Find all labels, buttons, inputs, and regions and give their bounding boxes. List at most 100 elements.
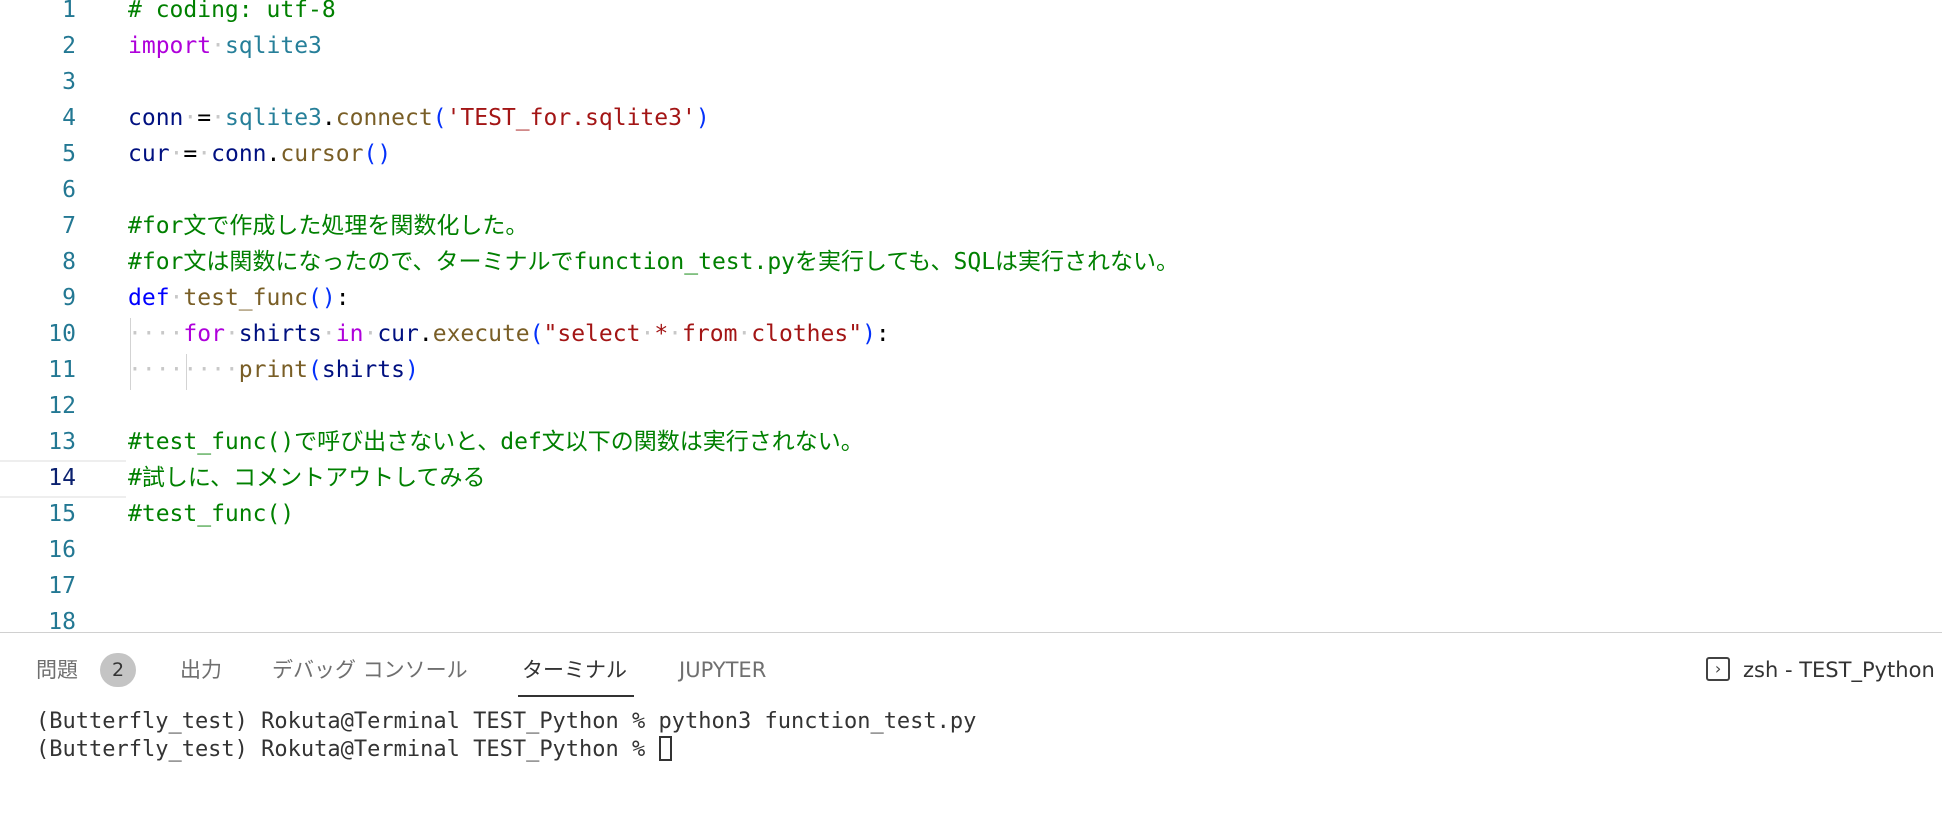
code-token: : bbox=[335, 285, 350, 311]
code-editor[interactable]: 1 # coding: utf-8 2 import·sqlite3 3 4 conn·=·… bbox=[0, 0, 1942, 632]
code-token: # coding: utf-8 bbox=[128, 0, 336, 23]
code-token: def bbox=[128, 285, 170, 311]
code-text: conn·=·sqlite3.connect('TEST_for.sqlite3… bbox=[128, 100, 710, 136]
code-token: clothes" bbox=[751, 321, 863, 347]
code-line[interactable]: 16 bbox=[0, 532, 1942, 568]
code-line[interactable]: 4 conn·=·sqlite3.connect('TEST_for.sqlite… bbox=[0, 100, 1942, 136]
code-token: "select bbox=[543, 321, 641, 347]
code-token: · bbox=[640, 321, 655, 347]
code-text: # coding: utf-8 bbox=[128, 0, 336, 28]
line-number: 16 bbox=[48, 537, 76, 563]
code-token: . bbox=[418, 321, 433, 347]
code-token: · bbox=[363, 321, 378, 347]
code-text: ····for·shirts·in·cur.execute("select·*·… bbox=[128, 316, 890, 352]
code-token: #test_func()で呼び出さないと、def文以下の関数は実行されない。 bbox=[128, 429, 864, 455]
code-token: from bbox=[682, 321, 738, 347]
code-text: cur·=·conn.cursor() bbox=[128, 136, 391, 172]
code-token: ( bbox=[529, 321, 544, 347]
code-line[interactable]: 3 bbox=[0, 64, 1942, 100]
code-token: () bbox=[308, 285, 336, 311]
code-token: · bbox=[321, 321, 336, 347]
panel-tabs: 問題 2 出力 デバッグ コンソール ターミナル JUPYTER › zsh -… bbox=[0, 633, 1942, 703]
code-token: cur bbox=[128, 141, 170, 167]
code-line[interactable]: 8 #for文は関数になったので、ターミナルでfunction_test.pyを実… bbox=[0, 244, 1942, 280]
code-line[interactable]: 1 # coding: utf-8 bbox=[0, 0, 1942, 28]
line-number: 17 bbox=[48, 573, 76, 599]
code-line[interactable]: 10 ····for·shirts·in·cur.execute("select·… bbox=[0, 316, 1942, 352]
terminal-prompt: (Butterfly_test) Rokuta@Terminal TEST_Py… bbox=[36, 737, 659, 762]
line-number: 3 bbox=[62, 69, 76, 95]
code-token: #test_func() bbox=[128, 501, 295, 527]
code-token: sqlite3 bbox=[224, 105, 322, 131]
code-token: · bbox=[668, 321, 683, 347]
tab-jupyter[interactable]: JUPYTER bbox=[679, 655, 766, 685]
code-token: connect bbox=[335, 105, 433, 131]
code-token: #for文で作成した処理を関数化した。 bbox=[128, 213, 529, 239]
code-token: · bbox=[211, 33, 225, 59]
code-line[interactable]: 6 bbox=[0, 172, 1942, 208]
tab-problems[interactable]: 問題 bbox=[36, 655, 78, 685]
code-token: for bbox=[183, 321, 225, 347]
code-line[interactable]: 11 ········print(shirts) bbox=[0, 352, 1942, 388]
code-text: #試しに、コメントアウトしてみる bbox=[128, 460, 485, 496]
terminal-output-line: (Butterfly_test) Rokuta@Terminal TEST_Py… bbox=[36, 709, 977, 734]
code-line[interactable]: 15 #test_func() bbox=[0, 496, 1942, 532]
terminal-icon[interactable]: › bbox=[1706, 657, 1730, 681]
code-token: shirts bbox=[238, 321, 322, 347]
tab-output[interactable]: 出力 bbox=[180, 655, 222, 685]
terminal-cursor bbox=[658, 736, 672, 761]
code-line[interactable]: 7 #for文で作成した処理を関数化した。 bbox=[0, 208, 1942, 244]
code-token: ) bbox=[695, 105, 710, 131]
line-number: 5 bbox=[62, 141, 76, 167]
code-token: ) bbox=[404, 357, 419, 383]
code-text: ········print(shirts) bbox=[128, 352, 419, 388]
code-token: () bbox=[363, 141, 392, 167]
code-token: shirts bbox=[321, 357, 405, 383]
code-line[interactable]: 9 def·test_func(): bbox=[0, 280, 1942, 316]
code-token: ) bbox=[862, 321, 876, 347]
code-line[interactable]: 12 bbox=[0, 388, 1942, 424]
line-number: 18 bbox=[48, 609, 76, 632]
code-token: · bbox=[169, 285, 184, 311]
tab-terminal[interactable]: ターミナル bbox=[522, 655, 627, 685]
code-line[interactable]: 18 bbox=[0, 604, 1942, 632]
terminal-selector[interactable]: zsh - TEST_Python bbox=[1743, 655, 1935, 685]
code-token: print bbox=[238, 357, 309, 383]
line-number: 4 bbox=[62, 105, 76, 131]
code-token: ( bbox=[308, 357, 322, 383]
code-line[interactable]: 5 cur·=·conn.cursor() bbox=[0, 136, 1942, 172]
code-token: #試しに、コメントアウトしてみる bbox=[128, 465, 486, 491]
code-text: #for文で作成した処理を関数化した。 bbox=[128, 208, 528, 244]
code-token: = bbox=[183, 141, 198, 167]
code-token: · bbox=[211, 105, 225, 131]
code-token: . bbox=[321, 105, 336, 131]
problems-count-badge: 2 bbox=[100, 653, 136, 687]
code-line[interactable]: 13 #test_func()で呼び出さないと、def文以下の関数は実行されない。 bbox=[0, 424, 1942, 460]
line-number: 11 bbox=[48, 357, 76, 383]
code-token: · bbox=[169, 141, 184, 167]
code-line[interactable]: 14 #試しに、コメントアウトしてみる bbox=[0, 460, 1942, 496]
code-token: ········ bbox=[128, 357, 239, 383]
line-number: 6 bbox=[62, 177, 76, 203]
code-token: sqlite3 bbox=[224, 33, 322, 59]
code-text: def·test_func(): bbox=[128, 280, 350, 316]
code-text: #test_func() bbox=[128, 496, 294, 532]
active-tab-underline bbox=[518, 695, 634, 697]
code-token: 'TEST_for.sqlite3' bbox=[446, 105, 696, 131]
code-token: · bbox=[737, 321, 752, 347]
code-text: import·sqlite3 bbox=[128, 28, 322, 64]
line-number: 10 bbox=[48, 321, 76, 347]
code-line[interactable]: 17 bbox=[0, 568, 1942, 604]
line-number: 8 bbox=[62, 249, 76, 275]
code-token: · bbox=[224, 321, 239, 347]
tab-debug-console[interactable]: デバッグ コンソール bbox=[272, 655, 468, 685]
terminal-prompt-line[interactable]: (Butterfly_test) Rokuta@Terminal TEST_Py… bbox=[36, 736, 672, 764]
code-token: cursor bbox=[280, 141, 364, 167]
code-token: #for文は関数になったので、ターミナルでfunction_test.pyを実行… bbox=[128, 249, 1180, 275]
code-token: import bbox=[128, 33, 212, 59]
code-token: ( bbox=[432, 105, 447, 131]
code-token: ···· bbox=[128, 321, 184, 347]
line-number: 14 bbox=[48, 465, 76, 491]
bottom-panel: 問題 2 出力 デバッグ コンソール ターミナル JUPYTER › zsh -… bbox=[0, 632, 1942, 827]
code-line[interactable]: 2 import·sqlite3 bbox=[0, 28, 1942, 64]
